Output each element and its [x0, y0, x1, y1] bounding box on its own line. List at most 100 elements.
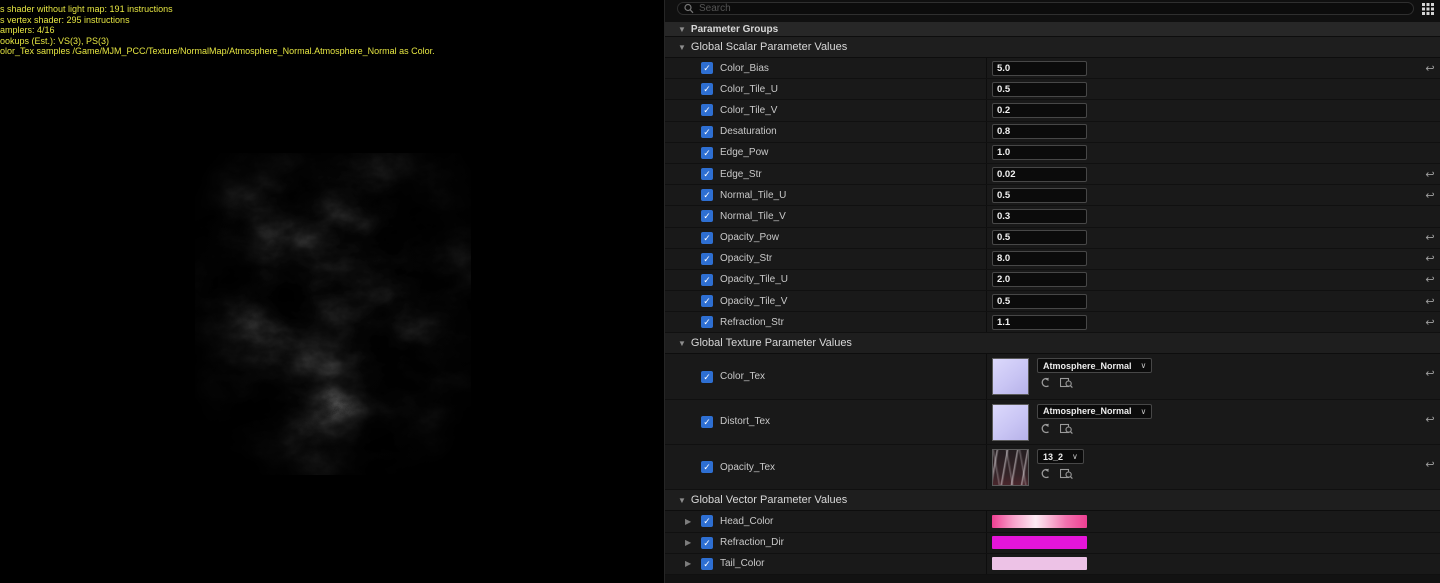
texture-asset-dropdown[interactable]: Atmosphere_Normal ∨	[1037, 403, 1153, 419]
param-value-input[interactable]: 8.0	[992, 251, 1087, 267]
expand-arrow-icon[interactable]: ▶	[685, 517, 701, 526]
reset-spacer	[1420, 143, 1440, 163]
param-checkbox[interactable]: ✓	[701, 515, 713, 528]
param-label: Color_Tile_V	[720, 104, 778, 116]
search-field[interactable]	[699, 3, 1407, 14]
param-checkbox[interactable]: ✓	[701, 168, 713, 181]
param-value-input[interactable]: 0.3	[992, 208, 1087, 224]
chevron-down-icon: ∨	[1140, 406, 1147, 416]
reset-to-default-icon[interactable]: ↩	[1420, 249, 1440, 269]
reset-to-default-icon[interactable]: ↩	[1420, 185, 1440, 205]
shader-stats: s shader without light map: 191 instruct…	[0, 4, 435, 57]
texture-section-header[interactable]: ▼ Global Texture Parameter Values	[665, 333, 1440, 355]
reset-to-default-icon[interactable]: ↩	[1420, 445, 1440, 489]
param-label: Head_Color	[720, 515, 774, 527]
collapse-arrow-icon[interactable]: ▼	[678, 339, 686, 348]
reset-spacer	[1420, 122, 1440, 142]
texture-asset-dropdown[interactable]: 13_2 ∨	[1037, 449, 1084, 465]
param-row-desaturation: ✓ Desaturation 0.8	[665, 121, 1440, 143]
vector-section-label: Global Vector Parameter Values	[690, 494, 848, 507]
view-options-icon[interactable]	[1422, 2, 1434, 15]
param-checkbox[interactable]: ✓	[701, 83, 713, 96]
param-checkbox[interactable]: ✓	[701, 104, 713, 117]
browse-to-asset-icon[interactable]	[1060, 377, 1073, 389]
scalar-section-label: Global Scalar Parameter Values	[690, 41, 848, 53]
param-value-input[interactable]: 1.1	[992, 314, 1087, 330]
param-row-color-bias: ✓ Color_Bias 5.0 ↩	[665, 58, 1440, 80]
param-value-input[interactable]: 5.0	[992, 60, 1087, 76]
reset-to-default-icon[interactable]: ↩	[1420, 312, 1440, 332]
reset-to-default-icon[interactable]: ↩	[1420, 58, 1440, 78]
param-value-input[interactable]: 2.0	[992, 272, 1087, 288]
use-selected-asset-icon[interactable]	[1039, 423, 1051, 434]
panel-bottom-fill	[665, 574, 1440, 583]
param-checkbox[interactable]: ✓	[701, 62, 713, 75]
texture-thumbnail[interactable]	[992, 449, 1029, 487]
reset-spacer	[1420, 554, 1440, 574]
param-checkbox[interactable]: ✓	[701, 557, 713, 570]
param-checkbox[interactable]: ✓	[701, 125, 713, 138]
reset-to-default-icon[interactable]: ↩	[1420, 270, 1440, 290]
param-checkbox[interactable]: ✓	[701, 273, 713, 286]
param-value-input[interactable]: 0.2	[992, 102, 1087, 118]
collapse-arrow-icon[interactable]: ▼	[678, 43, 686, 52]
param-checkbox[interactable]: ✓	[701, 189, 713, 202]
param-checkbox[interactable]: ✓	[701, 536, 713, 549]
preview-vignette	[194, 152, 472, 476]
param-row-distort-tex: ✓ Distort_Tex Atmosphere_Normal ∨ ↩	[665, 399, 1440, 446]
details-panel: ▼ Parameter Groups ▼ Global Scalar Param…	[664, 0, 1440, 583]
param-label: Normal_Tile_V	[720, 210, 786, 222]
param-checkbox[interactable]: ✓	[701, 231, 713, 244]
param-checkbox[interactable]: ✓	[701, 370, 713, 383]
texture-thumbnail[interactable]	[992, 358, 1029, 396]
reset-to-default-icon[interactable]: ↩	[1420, 228, 1440, 248]
param-value-input[interactable]: 0.5	[992, 187, 1087, 203]
stat-line: olor_Tex samples /Game/MJM_PCC/Texture/N…	[0, 46, 435, 56]
param-checkbox[interactable]: ✓	[701, 461, 713, 474]
param-row-opacity-tile-v: ✓ Opacity_Tile_V 0.5 ↩	[665, 291, 1440, 313]
parameter-groups-header[interactable]: ▼ Parameter Groups	[665, 22, 1440, 37]
param-checkbox[interactable]: ✓	[701, 295, 713, 308]
stat-line: s shader without light map: 191 instruct…	[0, 4, 173, 14]
param-value-input[interactable]: 1.0	[992, 145, 1087, 161]
expand-arrow-icon[interactable]: ▶	[685, 538, 701, 547]
param-value-input[interactable]: 0.02	[992, 166, 1087, 182]
texture-asset-name: Atmosphere_Normal	[1043, 360, 1132, 371]
browse-to-asset-icon[interactable]	[1060, 423, 1073, 434]
collapse-arrow-icon[interactable]: ▼	[678, 25, 686, 34]
color-swatch[interactable]	[992, 536, 1087, 550]
search-input[interactable]	[677, 2, 1414, 15]
param-value-input[interactable]: 0.5	[992, 81, 1087, 97]
reset-spacer	[1420, 511, 1440, 531]
preview-viewport[interactable]: s shader without light map: 191 instruct…	[0, 0, 664, 583]
color-swatch[interactable]	[992, 514, 1087, 528]
param-checkbox[interactable]: ✓	[701, 210, 713, 223]
expand-arrow-icon[interactable]: ▶	[685, 559, 701, 568]
param-label: Opacity_Tile_U	[720, 274, 788, 286]
scalar-section-header[interactable]: ▼ Global Scalar Parameter Values	[665, 37, 1440, 58]
param-checkbox[interactable]: ✓	[701, 316, 713, 329]
reset-to-default-icon[interactable]: ↩	[1420, 354, 1440, 398]
vector-section-header[interactable]: ▼ Global Vector Parameter Values	[665, 490, 1440, 512]
search-icon	[684, 3, 694, 14]
reset-to-default-icon[interactable]: ↩	[1420, 291, 1440, 311]
param-row-refraction-dir: ▶ ✓ Refraction_Dir	[665, 532, 1440, 554]
param-label: Refraction_Str	[720, 316, 784, 328]
param-checkbox[interactable]: ✓	[701, 252, 713, 265]
color-swatch[interactable]	[992, 557, 1087, 571]
reset-to-default-icon[interactable]: ↩	[1420, 400, 1440, 444]
use-selected-asset-icon[interactable]	[1039, 468, 1051, 479]
param-row-edge-str: ✓ Edge_Str 0.02 ↩	[665, 163, 1440, 186]
collapse-arrow-icon[interactable]: ▼	[678, 496, 686, 505]
param-value-input[interactable]: 0.5	[992, 230, 1087, 246]
texture-thumbnail[interactable]	[992, 403, 1029, 441]
param-value-input[interactable]: 0.8	[992, 124, 1087, 140]
param-value-input[interactable]: 0.5	[992, 293, 1087, 309]
texture-asset-dropdown[interactable]: Atmosphere_Normal ∨	[1037, 358, 1153, 374]
param-checkbox[interactable]: ✓	[701, 415, 713, 428]
browse-to-asset-icon[interactable]	[1060, 468, 1073, 480]
reset-to-default-icon[interactable]: ↩	[1420, 164, 1440, 184]
use-selected-asset-icon[interactable]	[1039, 377, 1051, 388]
param-checkbox[interactable]: ✓	[701, 146, 713, 159]
param-row-color-tile-v: ✓ Color_Tile_V 0.2	[665, 100, 1440, 122]
